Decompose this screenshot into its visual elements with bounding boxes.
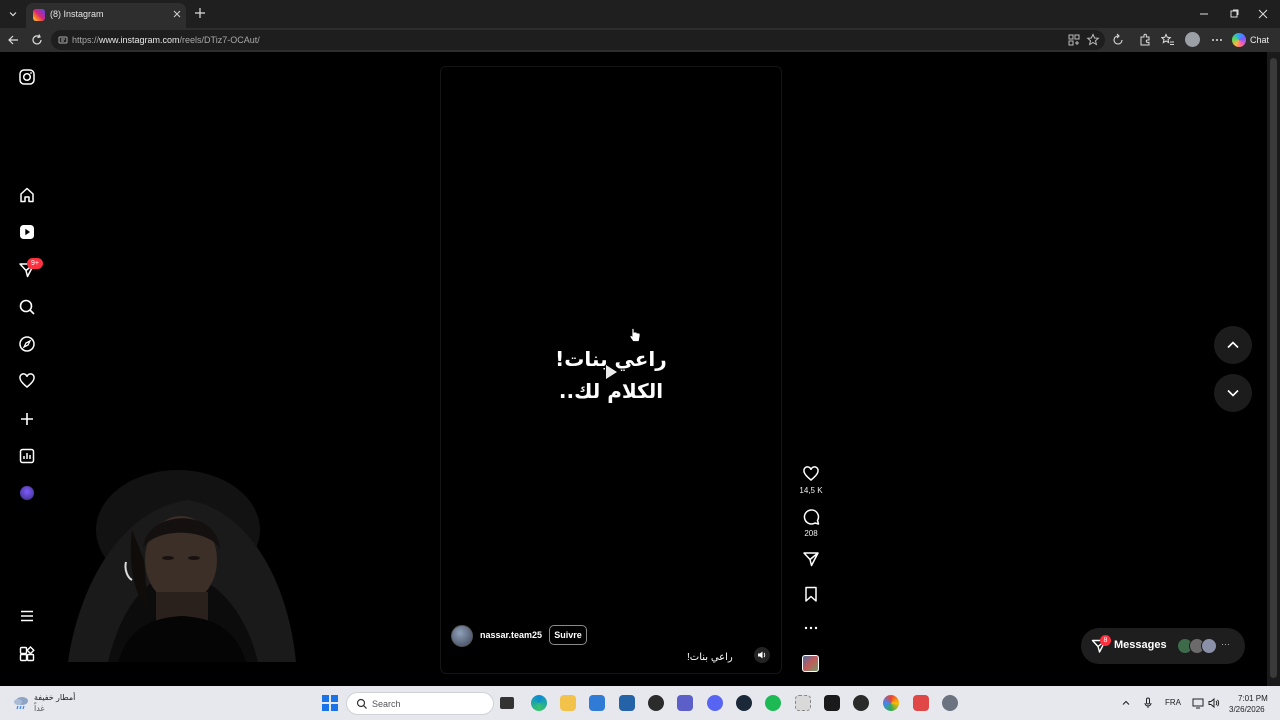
copilot-chat-button[interactable]: Chat [1232, 32, 1269, 48]
comment-count: 208 [804, 529, 818, 538]
favorites-list-icon[interactable] [1161, 33, 1175, 47]
message-contact-avatar [1201, 638, 1217, 654]
tab-title: (8) Instagram [50, 9, 104, 19]
restore-window-icon[interactable] [1227, 7, 1241, 21]
reel-video-player[interactable]: راعي بنات! الكلام لك.. nassar.team25 Sui… [440, 66, 782, 674]
edge-browser-icon[interactable] [531, 695, 547, 711]
like-heart-icon[interactable] [802, 465, 820, 483]
reels-icon[interactable] [18, 223, 36, 241]
share-icon[interactable] [802, 550, 820, 568]
more-options-icon[interactable] [1210, 33, 1224, 47]
save-bookmark-icon[interactable] [802, 585, 820, 603]
next-reel-button[interactable] [1214, 374, 1252, 412]
taskbar-clock-date[interactable]: 3/26/2026 [1229, 705, 1265, 714]
webcam-overlay-person [68, 470, 296, 662]
notifications-heart-icon[interactable] [18, 372, 36, 390]
terminal-app-icon[interactable] [824, 695, 840, 711]
refresh-icon[interactable] [30, 33, 44, 47]
app-available-icon[interactable] [1067, 33, 1081, 47]
browser-tab-instagram[interactable]: (8) Instagram [26, 3, 186, 28]
app-circle-icon[interactable] [648, 695, 664, 711]
browser-tab-bar: (8) Instagram [0, 0, 1280, 28]
search-placeholder: Search [372, 699, 401, 709]
teams-icon[interactable] [677, 695, 693, 711]
follow-button[interactable]: Suivre [549, 625, 587, 645]
chevron-up-icon [1227, 341, 1239, 349]
weather-rain-icon[interactable] [12, 693, 30, 711]
also-from-meta-icon[interactable] [18, 645, 36, 663]
file-explorer-icon[interactable] [560, 695, 576, 711]
browser-profile-avatar[interactable] [1185, 32, 1200, 47]
close-tab-icon[interactable] [171, 8, 183, 20]
input-language[interactable]: FRA [1165, 698, 1181, 707]
create-plus-icon[interactable] [18, 410, 36, 428]
play-icon[interactable] [602, 363, 620, 381]
taskbar-clock-time[interactable]: 7:01 PM [1238, 694, 1268, 703]
url-text: https://www.instagram.com/reels/DTiz7-OC… [72, 35, 260, 45]
profile-avatar[interactable] [20, 486, 34, 500]
home-icon[interactable] [18, 186, 36, 204]
copilot-icon [1232, 33, 1246, 47]
page-scrollbar[interactable] [1267, 52, 1280, 686]
reel-author-username[interactable]: nassar.team25 [480, 630, 542, 640]
audio-track-thumbnail[interactable] [802, 655, 819, 672]
weather-condition: أمطار خفيفة [34, 693, 76, 702]
explore-icon[interactable] [18, 335, 36, 353]
outlook-icon[interactable] [589, 695, 605, 711]
search-icon[interactable] [18, 298, 36, 316]
extensions-icon[interactable] [1138, 33, 1152, 47]
dashboard-icon[interactable] [18, 447, 36, 465]
windows-start-icon[interactable] [322, 695, 338, 711]
windows-taskbar: أمطار خفيفة غداً Search FRA 7:01 PM 3/26… [0, 686, 1280, 720]
chevron-down-icon [1227, 389, 1239, 397]
spotify-icon[interactable] [765, 695, 781, 711]
active-app-icon[interactable] [913, 695, 929, 711]
more-menu-icon[interactable] [18, 607, 36, 625]
chat-label: Chat [1250, 35, 1270, 45]
task-view-icon[interactable] [500, 697, 514, 709]
back-arrow-icon[interactable] [6, 33, 20, 47]
show-hidden-icons-chevron-icon[interactable] [1120, 697, 1132, 709]
refresh-extension-icon[interactable] [1111, 33, 1125, 47]
weather-day: غداً [34, 704, 45, 713]
close-window-icon[interactable] [1256, 7, 1270, 21]
new-tab-plus-icon[interactable] [193, 6, 207, 20]
messages-badge: 9+ [27, 258, 43, 269]
more-contacts-indicator: ··· [1221, 639, 1230, 649]
hand-cursor-icon [629, 328, 641, 342]
taskbar-search-box[interactable]: Search [346, 692, 494, 715]
messages-unread-badge: 8 [1100, 635, 1111, 646]
display-icon[interactable] [1192, 697, 1204, 709]
reel-author-avatar[interactable] [451, 625, 473, 647]
more-options-dots-icon[interactable] [802, 619, 820, 637]
scrollbar-thumb[interactable] [1270, 58, 1277, 678]
microphone-icon[interactable] [1142, 697, 1154, 709]
messages-label: Messages [1114, 639, 1167, 651]
speaker-icon [758, 651, 766, 659]
audio-toggle-button[interactable] [754, 647, 770, 663]
discord-icon[interactable] [707, 695, 723, 711]
reel-caption: راعي بنات! [687, 652, 733, 663]
instagram-favicon-icon [33, 9, 45, 21]
minimize-window-icon[interactable] [1197, 7, 1211, 21]
settings-gear-icon[interactable] [942, 695, 958, 711]
site-info-icon[interactable] [58, 35, 68, 45]
tab-actions-chevron-icon[interactable] [4, 5, 22, 23]
snipping-tool-icon[interactable] [795, 695, 811, 711]
favorite-star-icon[interactable] [1086, 33, 1100, 47]
microsoft-store-icon[interactable] [619, 695, 635, 711]
previous-reel-button[interactable] [1214, 326, 1252, 364]
browser-toolbar: https://www.instagram.com/reels/DTiz7-OC… [0, 28, 1280, 52]
obs-icon[interactable] [853, 695, 869, 711]
instagram-logo-icon[interactable] [18, 68, 36, 86]
chrome-icon[interactable] [883, 695, 899, 711]
steam-icon[interactable] [736, 695, 752, 711]
comment-icon[interactable] [802, 508, 820, 526]
like-count: 14,5 K [799, 486, 823, 495]
search-icon [356, 698, 367, 709]
address-bar[interactable]: https://www.instagram.com/reels/DTiz7-OC… [51, 30, 1105, 50]
volume-icon[interactable] [1208, 697, 1220, 709]
messages-dock-button[interactable]: 8 Messages ··· [1081, 628, 1245, 664]
